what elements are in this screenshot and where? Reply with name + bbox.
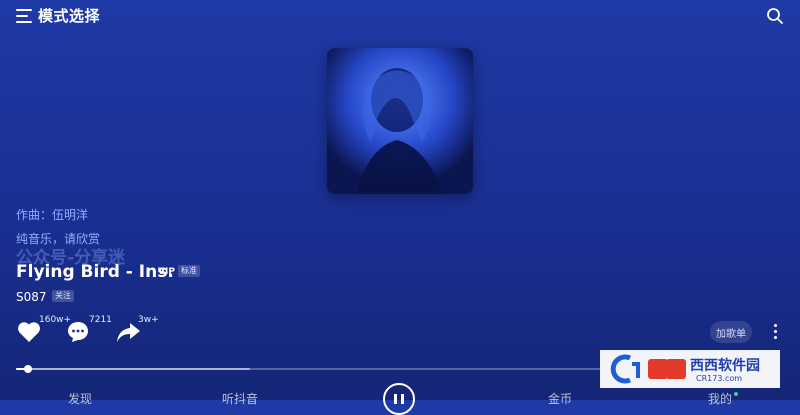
pause-button[interactable] [383, 383, 415, 415]
logo-brand: 西西软件园 [690, 358, 760, 374]
follow-button[interactable]: 关注 [52, 290, 74, 302]
quality-badge[interactable]: 标准 [178, 265, 200, 277]
song-title: Flying Bird - Ins. [16, 262, 174, 282]
share-count: 3w+ [138, 315, 159, 325]
progress-thumb[interactable] [23, 365, 32, 373]
nav-listen-douyin[interactable]: 听抖音 [222, 390, 258, 407]
vip-badge: VIP [158, 267, 175, 277]
add-to-playlist-button[interactable]: 加歌单 [710, 321, 752, 343]
comment-count: 7211 [89, 315, 112, 325]
comment-button[interactable] [66, 320, 90, 344]
composer-credit: 作曲：伍明洋 [16, 208, 89, 222]
search-icon[interactable] [766, 7, 784, 25]
menu-icon[interactable] [16, 9, 32, 23]
page-title[interactable]: 模式选择 [38, 5, 100, 26]
logo-url: CR173.com [696, 374, 743, 383]
artist-name[interactable]: S087 [16, 290, 47, 304]
comment-icon [68, 322, 88, 342]
nav-discover[interactable]: 发现 [68, 390, 92, 407]
notification-dot [734, 392, 738, 396]
nav-mine[interactable]: 我的 [708, 390, 732, 407]
album-cover[interactable] [327, 48, 473, 194]
progress-buffered [16, 368, 251, 370]
site-watermark-logo: 西西软件园 CR173.com [600, 350, 780, 388]
more-options-icon[interactable] [774, 324, 778, 340]
nav-coins[interactable]: 金币 [548, 390, 572, 407]
